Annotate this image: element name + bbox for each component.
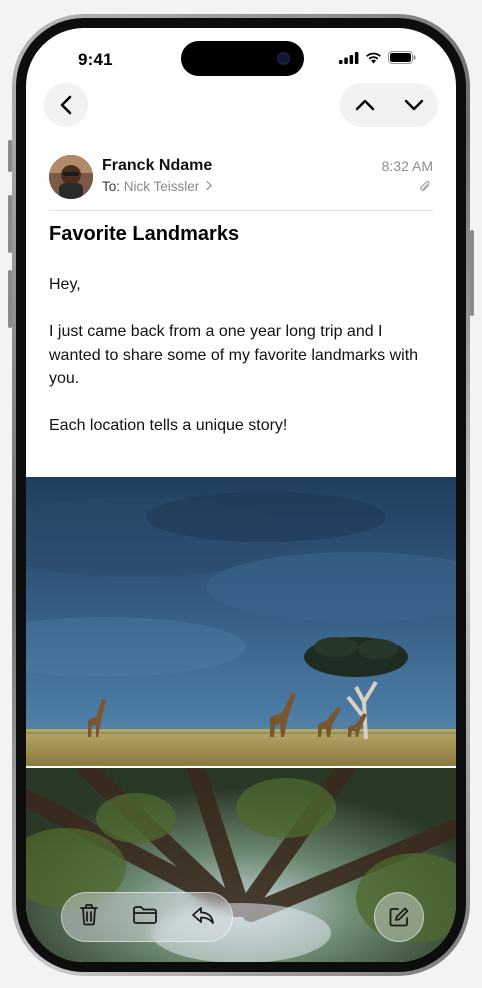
- battery-icon: [388, 51, 416, 64]
- message-paragraph-2: Each location tells a unique story!: [49, 417, 288, 434]
- reply-icon: [192, 906, 215, 924]
- reply-button[interactable]: [191, 905, 215, 930]
- status-icons: [339, 51, 416, 64]
- compose-icon: [389, 907, 409, 927]
- chevron-left-icon: [60, 95, 72, 115]
- volume-down-button: [8, 270, 12, 328]
- previous-message-button[interactable]: [355, 98, 375, 112]
- folder-icon: [133, 905, 157, 924]
- recipient-name[interactable]: Nick Teissler: [124, 179, 200, 194]
- avatar[interactable]: [49, 155, 93, 199]
- recipient-row[interactable]: To: Nick Teissler: [102, 179, 213, 194]
- message-header: Franck Ndame To: Nick Teissler 8:32 AM: [49, 155, 433, 211]
- savanna-photo[interactable]: [26, 477, 456, 766]
- compose-button[interactable]: [374, 892, 424, 942]
- message-time: 8:32 AM: [381, 158, 433, 174]
- trash-button[interactable]: [79, 903, 99, 931]
- message-greeting: Hey,: [49, 276, 81, 293]
- dynamic-island: [181, 41, 304, 76]
- chevron-down-icon: [404, 99, 423, 111]
- chevron-up-icon: [355, 99, 374, 111]
- message-toolbar: [61, 892, 233, 942]
- message-paragraph-1: I just came back from a one year long tr…: [49, 323, 419, 387]
- trash-icon: [79, 904, 98, 926]
- status-time: 9:41: [78, 50, 113, 69]
- action-button: [8, 140, 12, 172]
- avatar-photo: [49, 155, 93, 199]
- paperclip-icon: [420, 180, 430, 192]
- to-label: To:: [102, 179, 121, 194]
- screen: 9:41 Franck Ndame To: Nick Teissler 8:32…: [26, 28, 456, 962]
- move-to-folder-button[interactable]: [132, 905, 158, 930]
- next-message-button[interactable]: [404, 98, 424, 112]
- volume-up-button: [8, 195, 12, 253]
- power-button: [470, 230, 474, 316]
- sender-name[interactable]: Franck Ndame: [102, 157, 212, 175]
- cellular-signal-icon: [339, 51, 359, 64]
- header-divider: [49, 210, 433, 211]
- message-nav-buttons: [340, 83, 438, 127]
- chevron-right-icon: [206, 180, 213, 191]
- camera-icon: [277, 52, 290, 65]
- back-button[interactable]: [44, 83, 88, 127]
- message-subject: Favorite Landmarks: [49, 223, 240, 245]
- wifi-icon: [366, 52, 381, 63]
